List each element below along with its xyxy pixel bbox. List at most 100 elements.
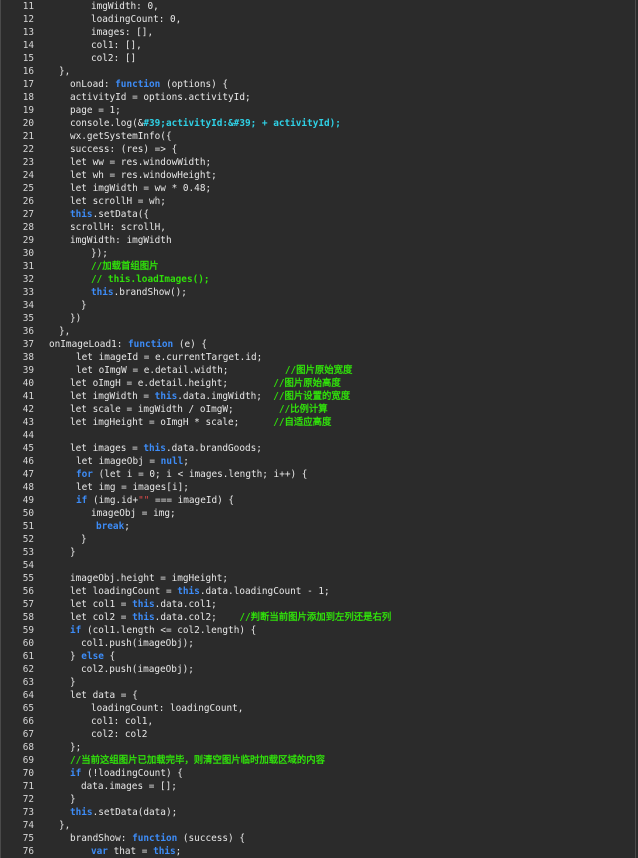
code-token: } xyxy=(81,300,87,311)
keyword-token: if xyxy=(70,768,82,779)
code-token: col1: [], xyxy=(91,40,142,51)
comment-token: //图片设置的宽度 xyxy=(273,391,351,402)
code-line: 24 let wh = res.windowHeight; xyxy=(1,169,635,182)
line-number: 65 xyxy=(22,703,34,714)
code-token: let imgHeight = oImgH * scale; xyxy=(70,417,274,428)
code-token: }) xyxy=(70,313,82,324)
code-text: onLoad: function (options) { xyxy=(70,78,228,91)
keyword-token: this xyxy=(143,443,166,454)
code-line: 31 //加载首组图片 xyxy=(1,260,635,273)
line-number: 74 xyxy=(22,820,34,831)
line-number: 23 xyxy=(22,157,34,168)
code-token: imageObj.height = imgHeight; xyxy=(70,573,229,584)
code-token: (let i = 0; i < images.length; i++) { xyxy=(92,469,308,480)
line-number: 21 xyxy=(22,131,34,142)
code-token: let imgWidth = xyxy=(70,391,155,402)
code-text: // this.loadImages(); xyxy=(91,273,210,286)
code-token: }, xyxy=(59,66,71,77)
code-line: 57 let col1 = this.data.col1; xyxy=(1,598,635,611)
line-number: 70 xyxy=(22,768,34,779)
code-text: //当前这组图片已加载完毕，则清空图片临时加载区域的内容 xyxy=(70,754,325,767)
line-number: 66 xyxy=(22,716,34,727)
code-text: let col2 = this.data.col2; //判断当前图片添加到左列… xyxy=(70,611,391,624)
code-text: let scale = imgWidth / oImgW; //比例计算 xyxy=(70,403,328,416)
code-line: 12 loadingCount: 0, xyxy=(1,13,635,26)
code-line: 47 for (let i = 0; i < images.length; i++… xyxy=(1,468,635,481)
code-text: }, xyxy=(59,819,70,832)
code-token: let oImgW = e.detail.width; xyxy=(76,365,285,376)
code-token: imgWidth: imgWidth xyxy=(70,235,172,246)
code-line: 76 var that = this; xyxy=(1,845,635,858)
code-text: let scrollH = wh; xyxy=(70,195,166,208)
code-token: col2: col2 xyxy=(91,729,148,740)
code-token: images: [], xyxy=(91,27,154,38)
code-line: 45 let images = this.data.brandGoods; xyxy=(1,442,635,455)
keyword-token: this xyxy=(177,586,200,597)
line-number: 40 xyxy=(22,378,34,389)
keyword-token: this xyxy=(91,287,114,298)
line-number: 13 xyxy=(22,27,34,38)
code-line: 17 onLoad: function (options) { xyxy=(1,78,635,91)
code-editor[interactable]: 11 imgWidth: 0, 12 loadingCount: 0, 13 images… xyxy=(0,0,636,858)
line-number: 32 xyxy=(22,274,34,285)
code-line: 65 loadingCount: loadingCount, xyxy=(1,702,635,715)
line-number: 25 xyxy=(22,183,34,194)
code-text: data.images = []; xyxy=(81,780,177,793)
comment-token: //当前这组图片已加载完毕，则清空图片临时加载区域的内容 xyxy=(70,755,326,766)
code-token: (e) { xyxy=(173,339,208,350)
code-line: 30}); xyxy=(1,247,635,260)
code-text: } else { xyxy=(70,650,115,663)
code-line: 25 let imgWidth = ww * 0.48; xyxy=(1,182,635,195)
line-number: 41 xyxy=(22,391,34,402)
code-token: let col2 = xyxy=(70,612,133,623)
code-line: 19 page = 1; xyxy=(1,104,635,117)
code-text: col2: col2 xyxy=(91,728,147,741)
line-number: 29 xyxy=(22,235,34,246)
keyword-token: if xyxy=(70,625,82,636)
keyword-token: function xyxy=(128,339,174,350)
code-text: break; xyxy=(96,520,130,533)
line-number: 64 xyxy=(22,690,34,701)
code-text: col1.push(imageObj); xyxy=(81,637,194,650)
keyword-token: this xyxy=(154,391,178,402)
code-line: 63} xyxy=(1,676,635,689)
code-line: 67 col2: col2 xyxy=(1,728,635,741)
code-text: let oImgW = e.detail.width; //图片原始宽度 xyxy=(76,364,352,377)
line-number: 46 xyxy=(22,456,34,467)
code-text: imgWidth: imgWidth xyxy=(70,234,172,247)
code-text: this.setData({ xyxy=(70,208,149,221)
code-line: 62 col2.push(imageObj); xyxy=(1,663,635,676)
line-number: 17 xyxy=(22,79,34,90)
line-number: 28 xyxy=(22,222,34,233)
code-token: }, xyxy=(59,820,71,831)
line-number: 27 xyxy=(22,209,34,220)
line-number: 15 xyxy=(22,53,34,64)
code-line: 32 // this.loadImages(); xyxy=(1,273,635,286)
keyword-token: this xyxy=(132,612,155,623)
line-number: 44 xyxy=(22,430,34,441)
code-line: 48 let img = images[i]; xyxy=(1,481,635,494)
code-text: } xyxy=(81,533,87,546)
code-token: let oImgH = e.detail.height; xyxy=(70,378,274,389)
code-text: col2: [] xyxy=(91,52,136,65)
code-line: 44 xyxy=(1,429,635,442)
code-text: let col1 = this.data.col1; xyxy=(70,598,217,611)
code-line: 51 break; xyxy=(1,520,635,533)
code-token: loadingCount: loadingCount, xyxy=(91,703,244,714)
code-token: } xyxy=(70,651,82,662)
code-token: } xyxy=(70,547,76,558)
line-number: 55 xyxy=(22,573,34,584)
line-number: 48 xyxy=(22,482,34,493)
code-text: loadingCount: loadingCount, xyxy=(91,702,243,715)
code-token: { xyxy=(103,651,116,662)
line-number: 39 xyxy=(22,365,34,376)
code-area[interactable]: 11 imgWidth: 0, 12 loadingCount: 0, 13 images… xyxy=(1,0,635,858)
keyword-token: var xyxy=(91,846,108,857)
code-token: } xyxy=(81,534,87,545)
code-text: col1: [], xyxy=(91,39,142,52)
code-line: 60 col1.push(imageObj); xyxy=(1,637,635,650)
code-token: imageObj = img; xyxy=(91,508,176,519)
line-number: 20 xyxy=(22,118,34,129)
keyword-token: null xyxy=(160,456,184,467)
line-number: 11 xyxy=(22,1,34,12)
